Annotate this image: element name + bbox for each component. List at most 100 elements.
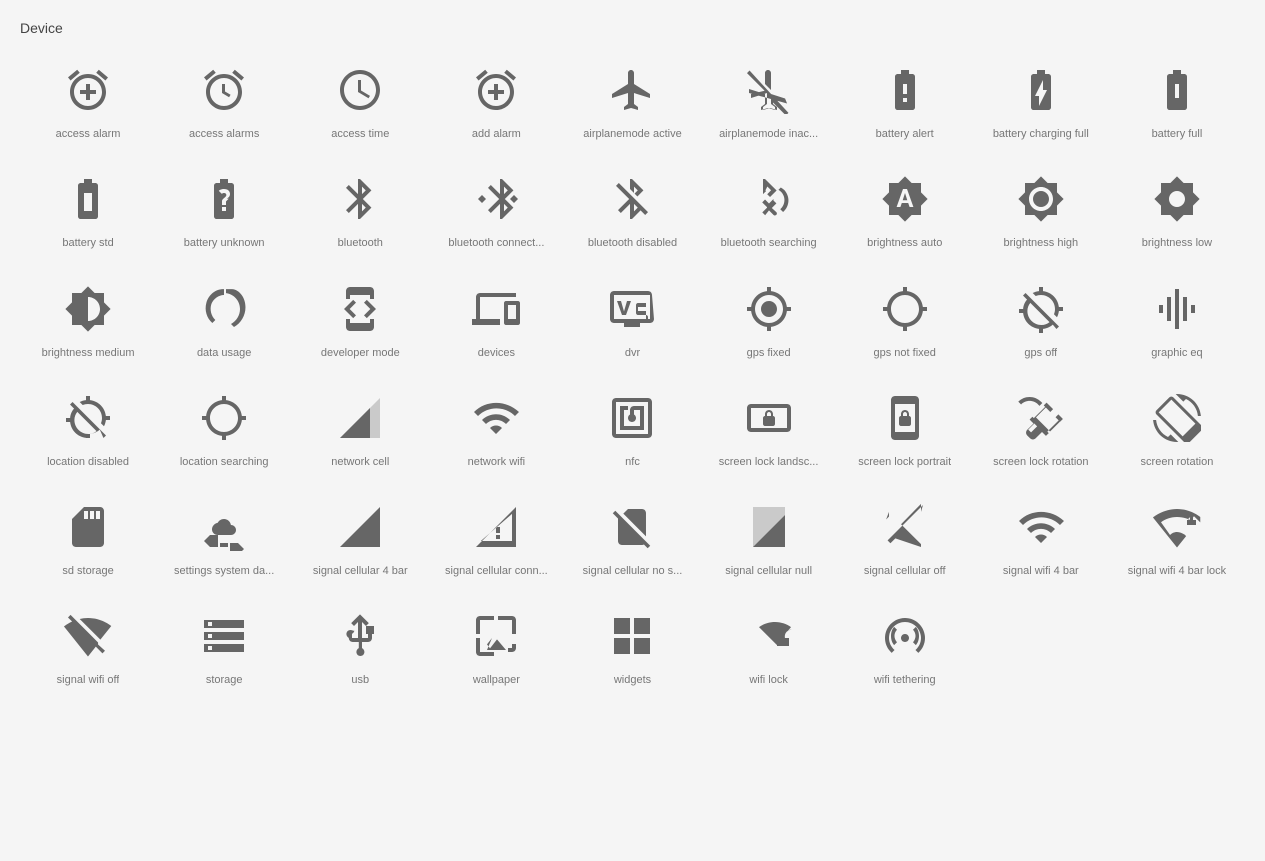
wifi-tethering-icon-svg: [881, 612, 929, 673]
signal-cellular-null-icon-svg: [745, 503, 793, 564]
access-time-icon-label: access time: [331, 127, 389, 141]
signal-wifi-off-icon-svg: [64, 612, 112, 673]
sd-storage-icon[interactable]: sd storage: [20, 493, 156, 592]
screen-rotation-icon[interactable]: screen rotation: [1109, 384, 1245, 483]
graphic-eq-icon-svg: [1153, 285, 1201, 346]
signal-wifi-4bar-lock-icon[interactable]: signal wifi 4 bar lock: [1109, 493, 1245, 592]
access-alarm-icon-label: access alarm: [56, 127, 121, 141]
gps-off-icon-label: gps off: [1024, 346, 1057, 360]
battery-unknown-icon-svg: [200, 175, 248, 236]
screen-lock-landscape-icon-svg: [745, 394, 793, 455]
battery-charging-full-icon-label: battery charging full: [993, 127, 1089, 141]
bluetooth-disabled-icon-svg: [608, 175, 656, 236]
access-time-icon[interactable]: access time: [292, 56, 428, 155]
screen-lock-landscape-icon[interactable]: screen lock landsc...: [701, 384, 837, 483]
bluetooth-icon-label: bluetooth: [338, 236, 383, 250]
screen-lock-portrait-icon[interactable]: screen lock portrait: [837, 384, 973, 483]
devices-icon[interactable]: devices: [428, 275, 564, 374]
signal-cellular-null-icon[interactable]: signal cellular null: [701, 493, 837, 592]
dvr-icon-svg: [608, 285, 656, 346]
battery-unknown-icon[interactable]: battery unknown: [156, 165, 292, 264]
signal-cellular-4bar-icon[interactable]: signal cellular 4 bar: [292, 493, 428, 592]
network-cell-icon-svg: [336, 394, 384, 455]
signal-wifi-4bar-icon-svg: [1017, 503, 1065, 564]
access-alarms-icon-svg: [200, 66, 248, 127]
network-wifi-icon-label: network wifi: [468, 455, 525, 469]
gps-fixed-icon[interactable]: gps fixed: [701, 275, 837, 374]
airplanemode-inactive-icon[interactable]: airplanemode inac...: [701, 56, 837, 155]
signal-wifi-off-icon-label: signal wifi off: [57, 673, 120, 687]
signal-wifi-4bar-icon[interactable]: signal wifi 4 bar: [973, 493, 1109, 592]
signal-wifi-off-icon[interactable]: signal wifi off: [20, 602, 156, 701]
battery-alert-icon[interactable]: battery alert: [837, 56, 973, 155]
usb-icon[interactable]: usb: [292, 602, 428, 701]
battery-charging-full-icon-svg: [1017, 66, 1065, 127]
settings-system-daydream-icon-label: settings system da...: [174, 564, 274, 578]
signal-cellular-connected-icon-svg: [472, 503, 520, 564]
add-alarm-icon[interactable]: add alarm: [428, 56, 564, 155]
gps-not-fixed-icon-svg: [881, 285, 929, 346]
bluetooth-icon[interactable]: bluetooth: [292, 165, 428, 264]
widgets-icon[interactable]: widgets: [564, 602, 700, 701]
location-disabled-icon[interactable]: location disabled: [20, 384, 156, 483]
widgets-icon-label: widgets: [614, 673, 651, 687]
nfc-icon[interactable]: nfc: [564, 384, 700, 483]
storage-icon-label: storage: [206, 673, 243, 687]
signal-cellular-off-icon-label: signal cellular off: [864, 564, 946, 578]
bluetooth-searching-icon[interactable]: bluetooth searching: [701, 165, 837, 264]
brightness-low-icon[interactable]: brightness low: [1109, 165, 1245, 264]
data-usage-icon-svg: [200, 285, 248, 346]
screen-lock-rotation-icon[interactable]: screen lock rotation: [973, 384, 1109, 483]
storage-icon[interactable]: storage: [156, 602, 292, 701]
signal-cellular-off-icon[interactable]: signal cellular off: [837, 493, 973, 592]
wallpaper-icon-label: wallpaper: [473, 673, 520, 687]
bluetooth-disabled-icon[interactable]: bluetooth disabled: [564, 165, 700, 264]
wallpaper-icon-svg: [472, 612, 520, 673]
gps-off-icon[interactable]: gps off: [973, 275, 1109, 374]
network-wifi-icon[interactable]: network wifi: [428, 384, 564, 483]
airplanemode-active-icon[interactable]: airplanemode active: [564, 56, 700, 155]
wallpaper-icon[interactable]: wallpaper: [428, 602, 564, 701]
brightness-auto-icon[interactable]: brightness auto: [837, 165, 973, 264]
battery-std-icon[interactable]: battery std: [20, 165, 156, 264]
location-searching-icon[interactable]: location searching: [156, 384, 292, 483]
wifi-tethering-icon[interactable]: wifi tethering: [837, 602, 973, 701]
brightness-high-icon[interactable]: brightness high: [973, 165, 1109, 264]
battery-std-icon-label: battery std: [62, 236, 113, 250]
signal-cellular-no-sim-icon[interactable]: signal cellular no s...: [564, 493, 700, 592]
devices-icon-svg: [472, 285, 520, 346]
network-cell-icon[interactable]: network cell: [292, 384, 428, 483]
nfc-icon-svg: [608, 394, 656, 455]
gps-not-fixed-icon[interactable]: gps not fixed: [837, 275, 973, 374]
brightness-low-icon-label: brightness low: [1142, 236, 1212, 250]
developer-mode-icon-svg: [336, 285, 384, 346]
screen-lock-rotation-icon-svg: [1017, 394, 1065, 455]
dvr-icon-label: dvr: [625, 346, 640, 360]
dvr-icon[interactable]: dvr: [564, 275, 700, 374]
developer-mode-icon[interactable]: developer mode: [292, 275, 428, 374]
bluetooth-connected-icon[interactable]: bluetooth connect...: [428, 165, 564, 264]
wifi-lock-icon[interactable]: wifi lock: [701, 602, 837, 701]
brightness-auto-icon-svg: [881, 175, 929, 236]
location-searching-icon-svg: [200, 394, 248, 455]
data-usage-icon[interactable]: data usage: [156, 275, 292, 374]
brightness-medium-icon[interactable]: brightness medium: [20, 275, 156, 374]
graphic-eq-icon[interactable]: graphic eq: [1109, 275, 1245, 374]
brightness-medium-icon-svg: [64, 285, 112, 346]
sd-storage-icon-label: sd storage: [62, 564, 113, 578]
access-alarm-icon[interactable]: access alarm: [20, 56, 156, 155]
screen-lock-portrait-icon-label: screen lock portrait: [858, 455, 951, 469]
widgets-icon-svg: [608, 612, 656, 673]
battery-full-icon[interactable]: battery full: [1109, 56, 1245, 155]
access-alarm-icon-svg: [64, 66, 112, 127]
battery-charging-full-icon[interactable]: battery charging full: [973, 56, 1109, 155]
bluetooth-connected-icon-svg: [472, 175, 520, 236]
access-alarms-icon[interactable]: access alarms: [156, 56, 292, 155]
signal-cellular-no-sim-icon-svg: [608, 503, 656, 564]
settings-system-daydream-icon[interactable]: settings system da...: [156, 493, 292, 592]
devices-icon-label: devices: [478, 346, 515, 360]
airplanemode-active-icon-svg: [608, 66, 656, 127]
brightness-auto-icon-label: brightness auto: [867, 236, 942, 250]
signal-cellular-connected-icon[interactable]: signal cellular conn...: [428, 493, 564, 592]
network-wifi-icon-svg: [472, 394, 520, 455]
